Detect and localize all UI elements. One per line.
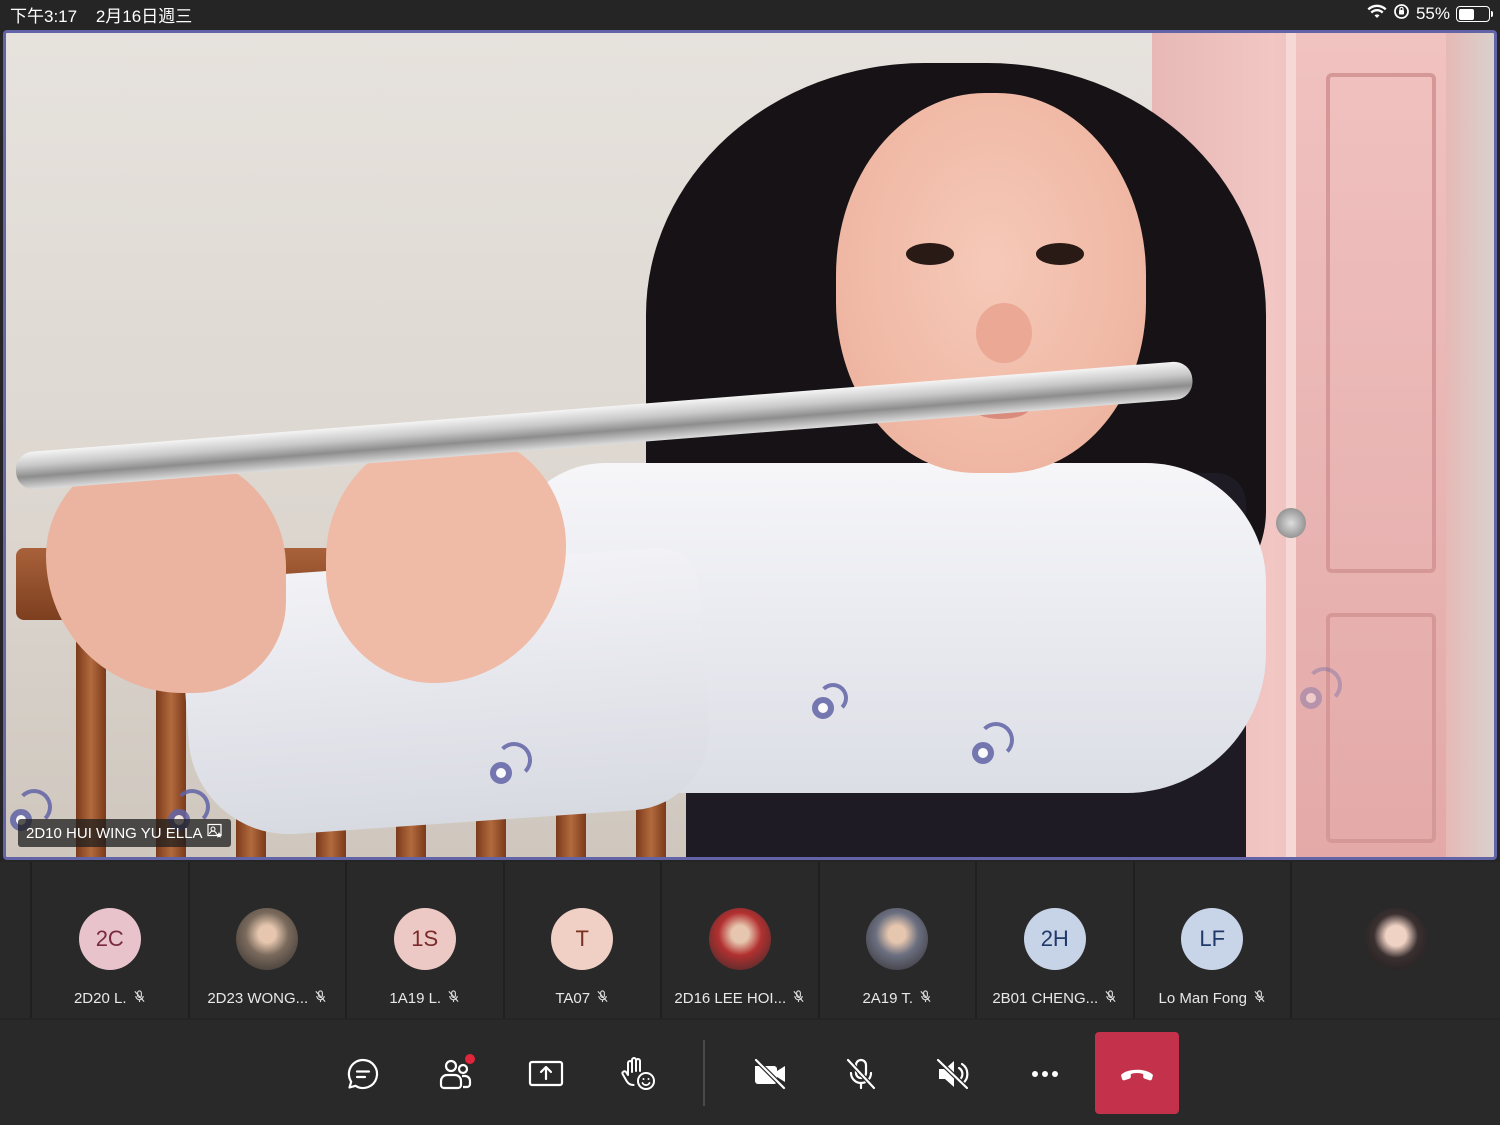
controls-separator — [703, 1040, 705, 1106]
participant-tile[interactable]: LF Lo Man Fong — [1132, 862, 1291, 1018]
participant-tile[interactable]: 2H 2B01 CHENG... — [975, 862, 1133, 1018]
more-options-button[interactable] — [1019, 1050, 1071, 1098]
participant-tile[interactable]: 2A19 T. — [817, 862, 976, 1018]
mic-muted-icon — [133, 990, 146, 1007]
wifi-icon — [1367, 4, 1387, 25]
main-video-feed[interactable]: 2D10 HUI WING YU ELLA — [3, 30, 1497, 860]
status-bar: 下午3:17 2月16日週三 55% — [0, 0, 1500, 28]
participant-name: 2D20 L. — [73, 990, 127, 1007]
participant-avatar: T — [551, 908, 614, 970]
speaker-off-icon — [936, 1058, 969, 1090]
participant-name: 2A19 T. — [862, 990, 914, 1007]
mic-muted-icon — [596, 990, 609, 1007]
participant-initials: T — [575, 926, 589, 951]
orientation-lock-icon — [1393, 3, 1410, 25]
participant-name-row: 2A19 T. — [862, 990, 932, 1007]
main-participant-name-tag: 2D10 HUI WING YU ELLA — [18, 819, 232, 847]
participant-strip: 2C 2D20 L. 2D23 WONG... 1S 1A19 L. T TA07 2D16 … — [0, 862, 1500, 1018]
mic-muted-icon — [1253, 990, 1266, 1007]
status-time: 下午3:17 — [10, 6, 78, 26]
mic-off-icon — [846, 1058, 876, 1090]
presenter-icon — [207, 823, 223, 843]
participant-name-row: 2D16 LEE HOI... — [674, 990, 805, 1007]
hang-up-button[interactable] — [1095, 1032, 1179, 1114]
participant-initials: 2H — [1040, 926, 1069, 951]
participant-name: 2D23 WONG... — [207, 990, 309, 1007]
camera-toggle-button[interactable] — [744, 1050, 796, 1098]
battery-percent: 55% — [1415, 4, 1450, 23]
speaking-indicator-icon — [1296, 663, 1346, 713]
speaking-indicator-icon — [968, 718, 1018, 768]
door — [1286, 33, 1446, 857]
chat-button[interactable] — [337, 1050, 389, 1098]
share-screen-icon — [528, 1060, 564, 1087]
participant-tile[interactable]: 1S 1A19 L. — [345, 862, 503, 1018]
participant-tile[interactable]: T TA07 — [502, 862, 661, 1018]
participant-avatar — [866, 908, 929, 970]
speaking-indicator-icon — [808, 673, 858, 723]
chat-icon — [347, 1058, 379, 1090]
share-screen-button[interactable] — [520, 1050, 572, 1098]
mic-muted-icon — [447, 990, 460, 1007]
participant-avatar: 2H — [1023, 908, 1086, 970]
participant-name: 2D16 LEE HOI... — [674, 990, 787, 1007]
door-knob — [1276, 508, 1306, 538]
mic-muted-icon — [919, 990, 932, 1007]
participant-name-row: TA07 — [555, 990, 609, 1007]
participant-initials: LF — [1199, 926, 1226, 951]
participant-avatar: 2C — [78, 908, 141, 970]
status-date: 2月16日週三 — [95, 6, 193, 26]
participant-avatar — [708, 908, 771, 970]
hang-up-icon — [1121, 1069, 1153, 1081]
participant-avatar — [236, 908, 299, 970]
participant-avatar: 1S — [393, 908, 456, 970]
mic-muted-icon — [792, 990, 805, 1007]
mic-muted-icon — [1104, 990, 1117, 1007]
participant-tile[interactable]: 2D16 LEE HOI... — [660, 862, 818, 1018]
participant-name: 2B01 CHENG... — [992, 990, 1099, 1007]
participant-name: Lo Man Fong — [1158, 990, 1247, 1007]
notification-badge — [465, 1054, 475, 1064]
speaker-toggle-button[interactable] — [927, 1050, 979, 1098]
microphone-toggle-button[interactable] — [835, 1050, 887, 1098]
self-avatar — [1365, 908, 1427, 970]
participant-initials: 1S — [411, 926, 439, 951]
call-controls-bar — [0, 1020, 1500, 1125]
participant-name: TA07 — [555, 990, 591, 1007]
participant-name-row: 2B01 CHENG... — [992, 990, 1117, 1007]
participant-tile[interactable]: 2D23 WONG... — [187, 862, 346, 1018]
participant-name-row: 1A19 L. — [389, 990, 460, 1007]
reactions-button[interactable] — [612, 1050, 664, 1098]
mic-muted-icon — [314, 990, 327, 1007]
participant-name-row: Lo Man Fong — [1159, 990, 1266, 1007]
participant-name: 1A19 L. — [389, 990, 442, 1007]
participant-name-row: 2D20 L. — [74, 990, 146, 1007]
video-frame — [6, 33, 1494, 857]
main-participant-name: 2D10 HUI WING YU ELLA — [26, 824, 203, 842]
participants-button[interactable] — [429, 1050, 481, 1098]
raise-hand-icon — [621, 1057, 655, 1090]
speaking-indicator-icon — [486, 738, 536, 788]
self-view-tile[interactable] — [1290, 862, 1500, 1018]
participant-tile[interactable]: 2C 2D20 L. — [30, 862, 188, 1018]
participant-name-row: 2D23 WONG... — [207, 990, 327, 1007]
more-icon — [1032, 1071, 1058, 1077]
camera-off-icon — [754, 1058, 786, 1090]
participant-initials: 2C — [95, 926, 124, 951]
participant-avatar: LF — [1181, 908, 1244, 970]
battery-icon — [1456, 6, 1493, 22]
